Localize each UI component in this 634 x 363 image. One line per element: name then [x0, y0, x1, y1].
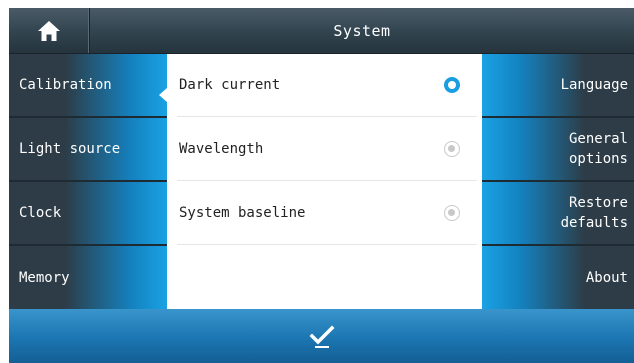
active-menu-pointer-icon	[159, 88, 167, 102]
option-wavelength[interactable]: Wavelength	[177, 118, 477, 181]
menu-light-source-label: Light source	[19, 141, 121, 157]
option-dark-current[interactable]: Dark current	[177, 54, 477, 117]
menu-about-label: About	[585, 269, 628, 286]
radio-selected-icon[interactable]	[444, 77, 460, 93]
confirm-button[interactable]	[9, 309, 634, 363]
device-screen: System Calibration Light source Clock Me…	[9, 8, 634, 363]
option-dark-current-label: Dark current	[179, 77, 281, 93]
menu-general-options-button[interactable]: General options	[482, 118, 634, 180]
menu-calibration-button[interactable]: Calibration	[9, 54, 167, 116]
option-system-baseline-label: System baseline	[179, 205, 306, 221]
menu-general-options-label: General options	[568, 131, 628, 167]
left-menu: Calibration Light source Clock Memory	[9, 54, 167, 309]
menu-about-button[interactable]: About	[482, 246, 634, 309]
radio-unselected-icon[interactable]	[444, 141, 460, 157]
menu-clock-label: Clock	[19, 205, 62, 221]
menu-clock-button[interactable]: Clock	[9, 182, 167, 244]
menu-light-source-button[interactable]: Light source	[9, 118, 167, 180]
checkmark-icon	[309, 325, 334, 348]
menu-calibration-label: Calibration	[19, 77, 112, 93]
home-icon	[38, 20, 60, 41]
menu-restore-defaults-button[interactable]: Restore defaults	[482, 182, 634, 244]
menu-restore-defaults-label: Restore defaults	[560, 195, 628, 231]
option-wavelength-label: Wavelength	[179, 141, 264, 157]
home-button[interactable]	[9, 8, 90, 53]
option-system-baseline[interactable]: System baseline	[177, 182, 477, 245]
radio-unselected-icon[interactable]	[444, 205, 460, 221]
calibration-options-panel: Dark current Wavelength System baseline	[167, 54, 482, 309]
page-title: System	[333, 21, 391, 40]
right-menu: Language General options Restore default…	[482, 54, 634, 309]
menu-memory-button[interactable]: Memory	[9, 246, 167, 309]
menu-memory-label: Memory	[19, 269, 70, 286]
menu-language-label: Language	[560, 77, 628, 93]
title-bar: System	[9, 8, 634, 54]
menu-language-button[interactable]: Language	[482, 54, 634, 116]
